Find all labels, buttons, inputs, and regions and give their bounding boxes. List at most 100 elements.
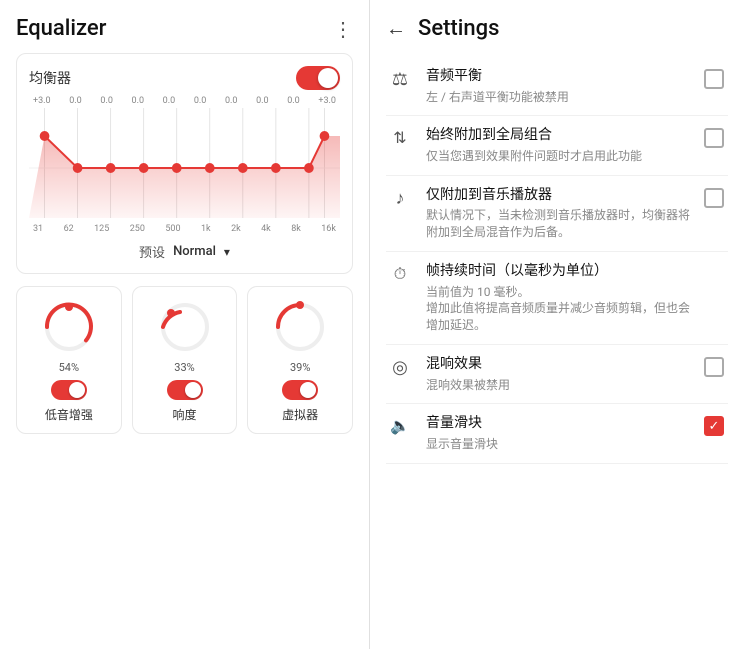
db-label-4: 0.0 <box>163 96 176 106</box>
audio-balance-checkbox[interactable] <box>704 69 724 89</box>
attach-music-checkbox[interactable] <box>704 188 724 208</box>
freq-62: 62 <box>64 224 74 234</box>
db-label-5: 0.0 <box>194 96 207 106</box>
bottom-controls: 54% 低音增强 33% 响度 <box>16 286 353 434</box>
frame-duration-text: 帧持续时间（以毫秒为单位） 当前值为 10 毫秒。增加此值将提高音频质量并减少音… <box>426 262 692 334</box>
freq-500: 500 <box>165 224 180 234</box>
attach-global-control[interactable] <box>704 126 728 148</box>
preset-text-label: 预设 <box>139 242 165 261</box>
settings-item-attach-music: ♪ 仅附加到音乐播放器 默认情况下，当未检测到音乐播放器时，均衡器将附加到全局混… <box>386 176 728 252</box>
freq-2k: 2k <box>231 224 241 234</box>
frame-duration-sub-label: 当前值为 10 毫秒。增加此值将提高音频质量并减少音频剪辑，但也会增加延迟。 <box>426 284 692 334</box>
reverb-text: 混响效果 混响效果被禁用 <box>426 355 692 393</box>
reverb-sub-label: 混响效果被禁用 <box>426 377 692 394</box>
bass-boost-knob[interactable] <box>41 299 97 355</box>
reverb-control[interactable] <box>704 355 728 377</box>
left-header: Equalizer ⋮ <box>16 16 353 41</box>
loudness-card: 33% 响度 <box>132 286 238 434</box>
frame-duration-icon: ⏱ <box>386 262 414 284</box>
freq-8k: 8k <box>291 224 301 234</box>
eq-top-row: 均衡器 <box>29 66 340 90</box>
eq-toggle[interactable] <box>296 66 340 90</box>
freq-125: 125 <box>94 224 109 234</box>
bass-boost-toggle[interactable] <box>51 380 87 400</box>
audio-balance-icon: ⚖ <box>386 67 414 90</box>
bass-boost-percent: 54% <box>59 361 79 374</box>
attach-music-text: 仅附加到音乐播放器 默认情况下，当未检测到音乐播放器时，均衡器将附加到全局混音作… <box>426 186 692 241</box>
volume-slider-text: 音量滑块 显示音量滑块 <box>426 414 692 452</box>
volume-slider-main-label: 音量滑块 <box>426 414 692 434</box>
back-arrow-icon[interactable]: ← <box>386 16 406 41</box>
right-panel: ← Settings ⚖ 音频平衡 左 / 右声道平衡功能被禁用 ⇅ 始终附加到… <box>370 0 744 649</box>
audio-balance-text: 音频平衡 左 / 右声道平衡功能被禁用 <box>426 67 692 105</box>
db-labels: +3.0 0.0 0.0 0.0 0.0 0.0 0.0 0.0 0.0 +3.… <box>29 96 340 106</box>
bass-boost-knob-svg <box>41 299 97 355</box>
attach-music-icon: ♪ <box>386 186 414 209</box>
settings-item-volume-slider: 🔈 音量滑块 显示音量滑块 <box>386 404 728 463</box>
attach-global-text: 始终附加到全局组合 仅当您遇到效果附件问题时才启用此功能 <box>426 126 692 164</box>
frame-duration-control <box>704 262 728 264</box>
freq-1k: 1k <box>201 224 211 234</box>
volume-slider-checkbox[interactable] <box>704 416 724 436</box>
attach-music-control[interactable] <box>704 186 728 208</box>
reverb-checkbox[interactable] <box>704 357 724 377</box>
volume-slider-icon: 🔈 <box>386 414 414 435</box>
attach-global-icon: ⇅ <box>386 126 414 147</box>
eq-svg <box>29 108 340 218</box>
virtualizer-knob[interactable] <box>272 299 328 355</box>
settings-list: ⚖ 音频平衡 左 / 右声道平衡功能被禁用 ⇅ 始终附加到全局组合 仅当您遇到效… <box>386 57 728 464</box>
left-panel: Equalizer ⋮ 均衡器 +3.0 0.0 0.0 0.0 0.0 0.0… <box>0 0 370 649</box>
bass-boost-card: 54% 低音增强 <box>16 286 122 434</box>
preset-dropdown-icon[interactable]: ▾ <box>224 245 230 259</box>
reverb-main-label: 混响效果 <box>426 355 692 375</box>
audio-balance-control[interactable] <box>704 67 728 89</box>
attach-global-sub-label: 仅当您遇到效果附件问题时才启用此功能 <box>426 148 692 165</box>
attach-music-main-label: 仅附加到音乐播放器 <box>426 186 692 206</box>
attach-global-checkbox[interactable] <box>704 128 724 148</box>
attach-global-main-label: 始终附加到全局组合 <box>426 126 692 146</box>
virtualizer-toggle[interactable] <box>282 380 318 400</box>
app-title: Equalizer <box>16 16 106 41</box>
settings-title: Settings <box>418 16 499 41</box>
freq-16k: 16k <box>321 224 336 234</box>
db-label-1: 0.0 <box>69 96 82 106</box>
frame-duration-main-label: 帧持续时间（以毫秒为单位） <box>426 262 692 282</box>
loudness-knob-svg <box>157 299 213 355</box>
loudness-percent: 33% <box>174 361 194 374</box>
settings-item-reverb: ◎ 混响效果 混响效果被禁用 <box>386 345 728 404</box>
db-label-8: 0.0 <box>287 96 300 106</box>
freq-4k: 4k <box>261 224 271 234</box>
eq-section: 均衡器 +3.0 0.0 0.0 0.0 0.0 0.0 0.0 0.0 0.0… <box>16 53 353 274</box>
preset-value[interactable]: Normal <box>173 244 216 259</box>
settings-item-attach-global: ⇅ 始终附加到全局组合 仅当您遇到效果附件问题时才启用此功能 <box>386 116 728 175</box>
virtualizer-label: 虚拟器 <box>282 406 318 423</box>
loudness-label: 响度 <box>173 406 197 423</box>
reverb-icon: ◎ <box>386 355 414 378</box>
eq-section-label: 均衡器 <box>29 68 71 88</box>
volume-slider-control[interactable] <box>704 414 728 436</box>
freq-labels: 31 62 125 250 500 1k 2k 4k 8k 16k <box>29 224 340 234</box>
bass-boost-toggle-thumb <box>69 382 85 398</box>
loudness-knob[interactable] <box>157 299 213 355</box>
db-label-9: +3.0 <box>318 96 336 106</box>
preset-row: 预设 Normal ▾ <box>29 242 340 261</box>
right-header: ← Settings <box>386 16 728 41</box>
db-label-3: 0.0 <box>132 96 145 106</box>
freq-31: 31 <box>33 224 43 234</box>
volume-slider-sub-label: 显示音量滑块 <box>426 436 692 453</box>
freq-250: 250 <box>130 224 145 234</box>
settings-item-audio-balance: ⚖ 音频平衡 左 / 右声道平衡功能被禁用 <box>386 57 728 116</box>
bass-boost-label: 低音增强 <box>45 406 93 423</box>
db-label-6: 0.0 <box>225 96 238 106</box>
loudness-toggle-thumb <box>185 382 201 398</box>
menu-dots-icon[interactable]: ⋮ <box>333 17 353 41</box>
audio-balance-sub-label: 左 / 右声道平衡功能被禁用 <box>426 89 692 106</box>
db-label-0: +3.0 <box>33 96 51 106</box>
db-label-7: 0.0 <box>256 96 269 106</box>
virtualizer-percent: 39% <box>290 361 310 374</box>
eq-chart[interactable] <box>29 108 340 218</box>
audio-balance-main-label: 音频平衡 <box>426 67 692 87</box>
attach-music-sub-label: 默认情况下，当未检测到音乐播放器时，均衡器将附加到全局混音作为后备。 <box>426 207 692 241</box>
virtualizer-knob-svg <box>272 299 328 355</box>
loudness-toggle[interactable] <box>167 380 203 400</box>
